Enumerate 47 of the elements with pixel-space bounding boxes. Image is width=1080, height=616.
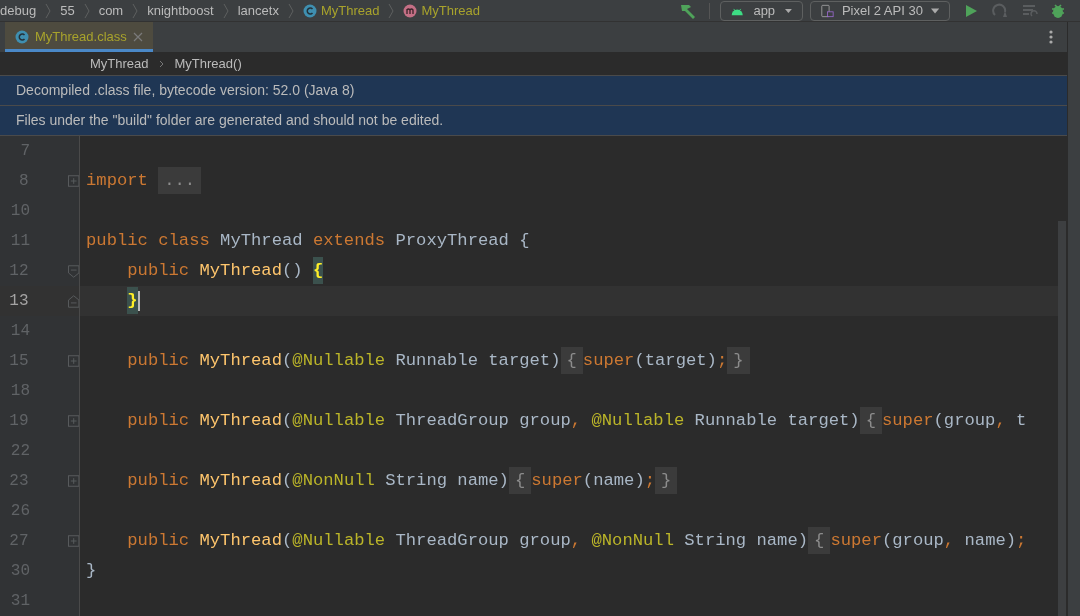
- code-line: public MyThread(@NonNull String name) { super(name); }: [86, 468, 678, 494]
- breadcrumb-item[interactable]: MyThread: [320, 0, 380, 21]
- notification-text: Files under the "build" folder are generated and should not be edited.: [16, 111, 444, 130]
- method-icon: [403, 3, 418, 18]
- fold-expand-icon: [67, 175, 79, 187]
- fold-collapse-icon: [67, 264, 79, 278]
- fold-expand-icon: [67, 535, 79, 547]
- class-icon: [15, 30, 29, 44]
- code-line: }: [86, 560, 97, 583]
- breadcrumb-item[interactable]: knightboost: [147, 0, 214, 21]
- breadcrumb-item[interactable]: MyThread: [421, 0, 480, 21]
- code-line: import ...: [86, 168, 202, 194]
- chevron-icon: [82, 2, 91, 19]
- device-dropdown[interactable]: Pixel 2 API 30: [810, 0, 950, 21]
- dropdown-arrow-icon: [785, 7, 792, 14]
- chevron-icon: [387, 2, 396, 19]
- fold-expand-icon: [67, 475, 79, 487]
- bug-icon[interactable]: [1050, 2, 1066, 19]
- code-line: public MyThread() {: [86, 258, 324, 284]
- dropdown-arrow-icon: [930, 7, 939, 14]
- chevron-icon: [286, 2, 295, 19]
- more-options-icon[interactable]: [1049, 30, 1053, 44]
- run-configuration-dropdown[interactable]: app: [720, 0, 803, 21]
- breadcrumb-item[interactable]: MyThread: [90, 53, 149, 74]
- code-line: public MyThread(@Nullable ThreadGroup group, @Nullable Runnable target) { super(group, t: [86, 408, 1027, 434]
- close-icon[interactable]: [132, 32, 143, 42]
- breadcrumb-item[interactable]: MyThread(): [174, 53, 242, 74]
- breadcrumb-item[interactable]: lancetx: [237, 0, 279, 21]
- chevron-icon: [221, 2, 230, 19]
- chevron-icon: [158, 59, 165, 68]
- code-line: public MyThread(@Nullable ThreadGroup group, @NonNull String name) { super(group, name);: [86, 528, 1027, 554]
- chevron-icon: [131, 2, 140, 19]
- editor-tab[interactable]: MyThread.class: [5, 22, 153, 52]
- chevron-icon: [44, 2, 53, 19]
- code-line: public class MyThread extends ProxyThread {: [86, 230, 530, 253]
- run-icon[interactable]: [964, 3, 978, 18]
- fold-expand-icon: [67, 415, 79, 427]
- class-icon: [302, 3, 317, 18]
- breadcrumb-item[interactable]: com: [98, 0, 124, 21]
- notification-text: Decompiled .class file, bytecode version: 52.0 (Java 8): [16, 81, 355, 100]
- breadcrumb-item[interactable]: 55: [60, 0, 75, 21]
- fold-collapse-icon: [67, 294, 79, 308]
- text-cursor: [137, 291, 140, 311]
- breadcrumb-item[interactable]: debug: [0, 0, 37, 21]
- line-number: 13: [8, 291, 29, 312]
- code-line: public MyThread(@Nullable Runnable target) { super(target); }: [86, 348, 750, 374]
- fold-expand-icon: [67, 355, 79, 367]
